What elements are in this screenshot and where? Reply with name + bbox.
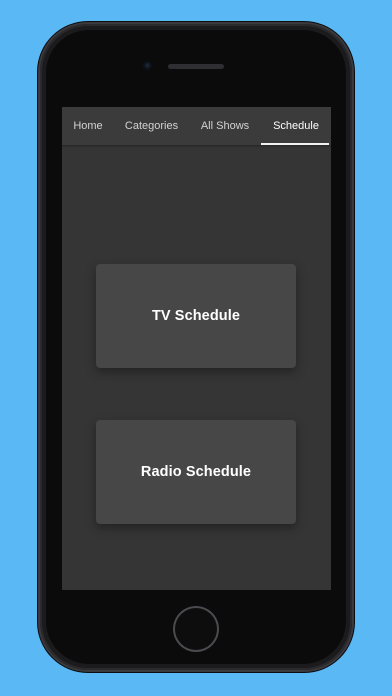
app-screen: Home Categories All Shows Schedule TV Sc…: [62, 107, 331, 590]
app-store-screenshot: Home Categories All Shows Schedule TV Sc…: [0, 0, 392, 696]
tab-home[interactable]: Home: [62, 107, 114, 145]
tab-all-shows-label: All Shows: [200, 120, 250, 132]
radio-schedule-label: Radio Schedule: [140, 464, 252, 480]
tv-schedule-label: TV Schedule: [151, 308, 241, 324]
earpiece-speaker: [168, 64, 224, 69]
tab-home-label: Home: [73, 120, 103, 132]
front-camera-icon: [143, 61, 152, 70]
top-tab-bar: Home Categories All Shows Schedule: [62, 107, 331, 145]
tv-schedule-button[interactable]: TV Schedule: [96, 264, 296, 368]
radio-schedule-button[interactable]: Radio Schedule: [96, 420, 296, 524]
tab-all-shows[interactable]: All Shows: [189, 107, 261, 145]
tab-schedule-label: Schedule: [273, 120, 319, 132]
home-button[interactable]: [175, 608, 217, 650]
tab-schedule[interactable]: Schedule: [261, 107, 331, 145]
tab-categories[interactable]: Categories: [114, 107, 189, 145]
tab-categories-label: Categories: [124, 120, 179, 132]
